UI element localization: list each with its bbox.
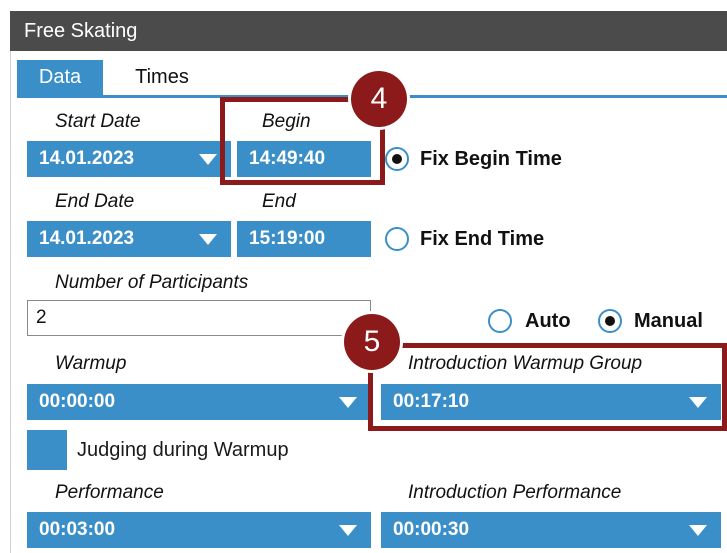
manual-radio[interactable] — [598, 309, 622, 333]
callout-frame-intro-warmup — [368, 343, 727, 431]
warmup-label: Warmup — [55, 353, 127, 374]
radio-selected-dot — [392, 154, 402, 164]
intro-performance-value: 00:00:30 — [393, 519, 470, 540]
warmup-value: 00:00:00 — [39, 391, 116, 412]
fix-begin-time-label: Fix Begin Time — [420, 148, 562, 170]
chevron-down-icon — [199, 154, 217, 165]
start-date-label: Start Date — [55, 111, 141, 132]
intro-performance-dropdown[interactable]: 00:00:30 — [381, 512, 721, 548]
end-date-dropdown[interactable]: 14.01.2023 — [27, 221, 231, 257]
radio-selected-dot — [605, 316, 615, 326]
participants-input[interactable]: 2 — [27, 300, 371, 336]
tab-times[interactable]: Times — [112, 60, 212, 95]
participants-label: Number of Participants — [55, 272, 249, 293]
tab-data[interactable]: Data — [17, 60, 103, 95]
end-date-value: 14.01.2023 — [39, 228, 135, 249]
end-time-field[interactable]: 15:19:00 — [237, 221, 371, 257]
auto-label: Auto — [525, 310, 571, 332]
performance-value: 00:03:00 — [39, 519, 116, 540]
performance-label: Performance — [55, 482, 164, 503]
performance-dropdown[interactable]: 00:03:00 — [27, 512, 371, 548]
window-title: Free Skating — [10, 11, 727, 51]
start-date-dropdown[interactable]: 14.01.2023 — [27, 141, 231, 177]
end-label: End — [262, 191, 296, 212]
fix-end-time-radio[interactable] — [385, 227, 409, 251]
start-date-value: 14.01.2023 — [39, 148, 135, 169]
chevron-down-icon — [339, 397, 357, 408]
auto-radio[interactable] — [488, 309, 512, 333]
end-date-label: End Date — [55, 191, 135, 212]
manual-label: Manual — [634, 310, 703, 332]
intro-performance-label: Introduction Performance — [408, 482, 622, 503]
callout-badge-5: 5 — [344, 314, 400, 370]
fix-end-time-label: Fix End Time — [420, 228, 545, 250]
callout-badge-4: 4 — [351, 71, 407, 127]
fix-begin-time-radio[interactable] — [385, 147, 409, 171]
chevron-down-icon — [339, 525, 357, 536]
warmup-dropdown[interactable]: 00:00:00 — [27, 384, 371, 420]
chevron-down-icon — [199, 234, 217, 245]
judging-warmup-label: Judging during Warmup — [77, 439, 289, 461]
judging-warmup-checkbox[interactable] — [27, 430, 67, 470]
chevron-down-icon — [689, 525, 707, 536]
